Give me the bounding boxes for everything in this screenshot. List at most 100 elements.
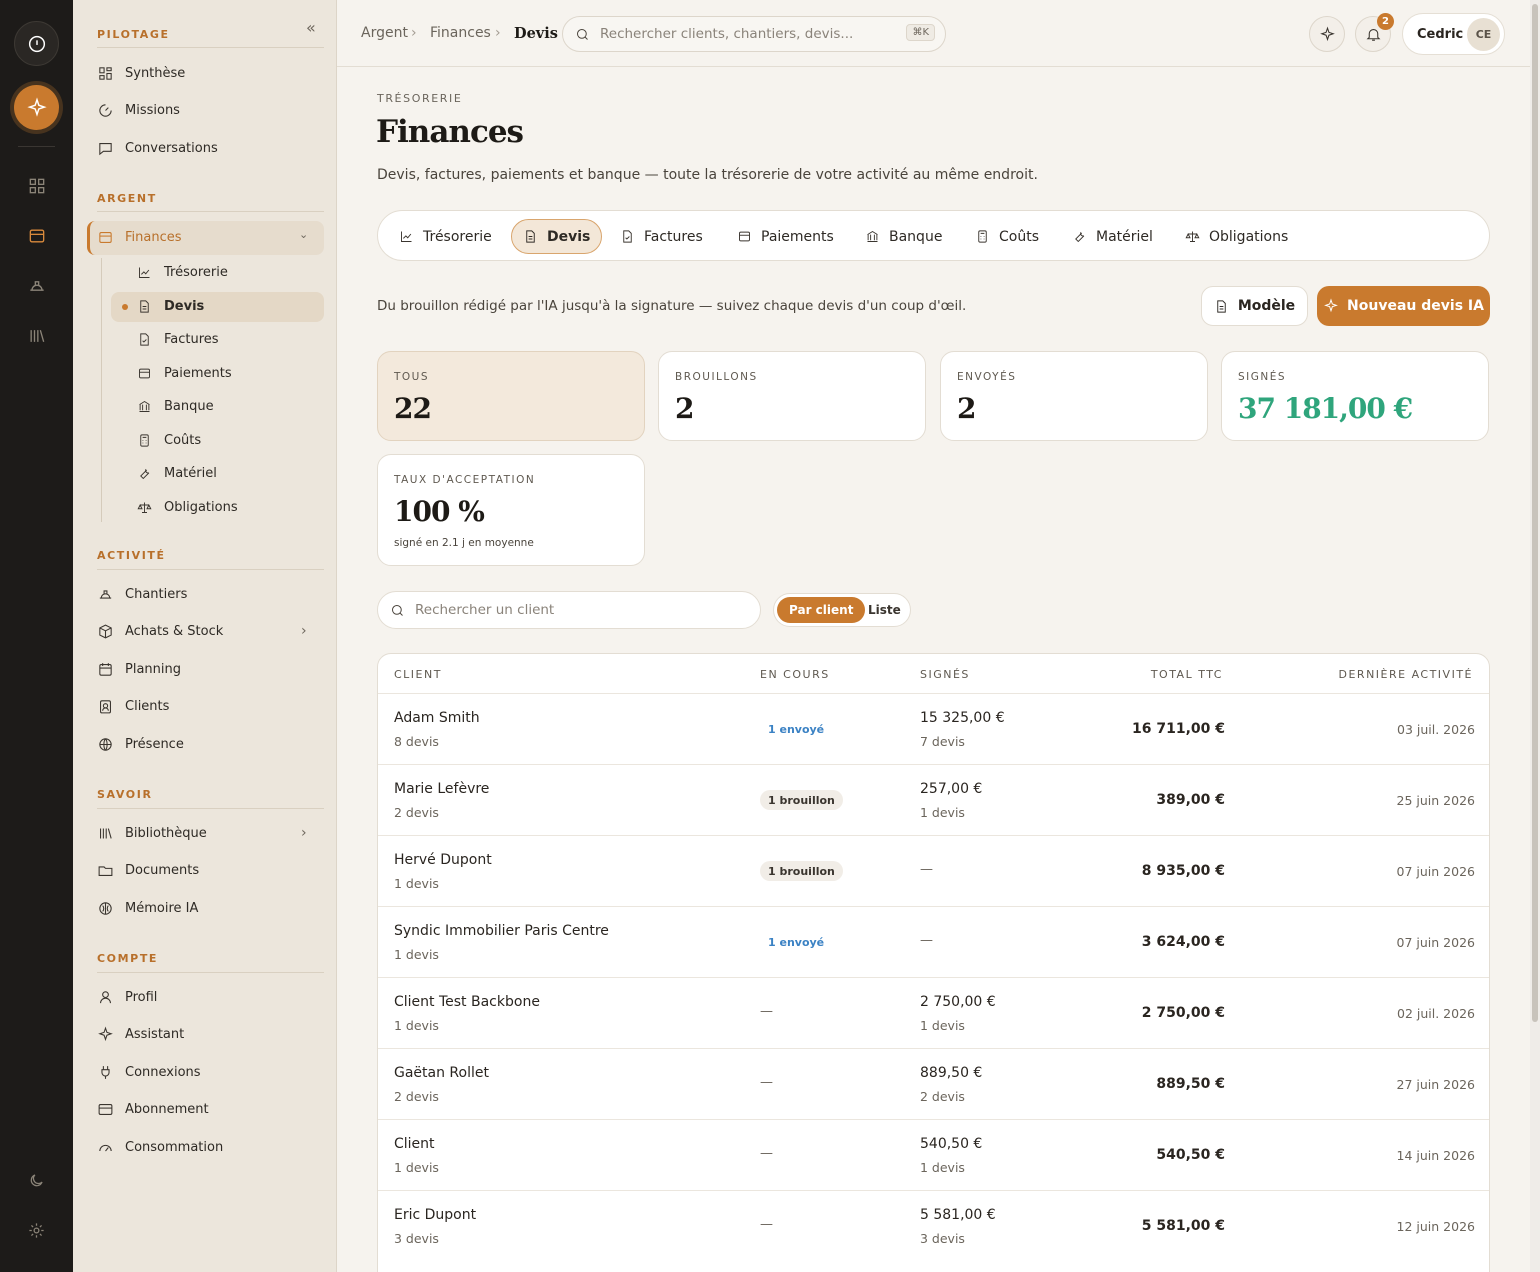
tab-devis[interactable]: Devis [511,219,603,254]
stat-card-tous[interactable]: TOUS 22 [377,351,645,441]
sidebar-item-planning[interactable]: Planning [97,654,181,684]
rail-divider [18,146,55,147]
sidebar-item-label: Mémoire IA [125,900,199,916]
stat-value: 100 % [394,495,485,528]
column-header[interactable]: CLIENT [394,668,442,681]
global-search-input[interactable]: Rechercher clients, chantiers, devis... … [562,16,946,52]
tab-tresorerie[interactable]: Trésorerie [388,219,503,254]
tab-paiements[interactable]: Paiements [726,219,845,254]
sidebar-item-profil[interactable]: Profil [97,982,157,1012]
sidebar-item-abonnement[interactable]: Abonnement [97,1094,209,1124]
table-row[interactable]: Client 1 devis — 540,50 € 1 devis 540,50 € 14 … [378,1119,1489,1190]
last-activity-date: 27 juin 2026 [1396,1077,1475,1092]
stat-card-signes[interactable]: SIGNÉS 37 181,00 € [1221,351,1489,441]
sidebar-item-clients[interactable]: Clients [97,691,169,721]
scrollbar-thumb[interactable] [1532,4,1538,1022]
view-by-client-button[interactable]: Par client [777,597,866,623]
sidebar-item-consommation[interactable]: Consommation [97,1132,223,1162]
tree-line [101,258,102,522]
sidebar-item-achats-stock[interactable]: Achats & Stock [97,616,223,646]
stat-card-envoyes[interactable]: ENVOYÉS 2 [940,351,1208,441]
breadcrumb-finances[interactable]: Finances [430,25,491,41]
tab-couts[interactable]: Coûts [964,219,1050,254]
sidebar-subitem-label: Factures [164,331,219,347]
column-header[interactable]: TOTAL TTC [1151,668,1223,681]
folder-icon [98,865,113,876]
tab-materiel[interactable]: Matériel [1061,219,1164,254]
sidebar-item-assistant[interactable]: Assistant [97,1019,184,1049]
ai-assistant-button[interactable] [1309,16,1345,52]
table-row[interactable]: Marie Lefèvre 2 devis 1 brouillon 257,00 € 1… [378,764,1489,835]
tab-factures[interactable]: Factures [609,219,714,254]
sidebar-item-presence[interactable]: Présence [97,729,184,759]
search-icon [577,28,588,40]
chevron-right-icon[interactable]: › [301,825,307,841]
tab-obligations[interactable]: Obligations [1174,219,1299,254]
sidebar-item-synthese[interactable]: Synthèse [97,58,185,88]
sidebar-item-label: Finances [125,229,182,245]
section-divider [97,47,324,48]
sparkle-icon [1324,298,1338,313]
view-list-button[interactable]: Liste [856,597,913,623]
chevron-down-icon[interactable]: ⌄ [299,228,308,241]
sidebar-item-bibliotheque[interactable]: Bibliothèque [97,818,207,848]
sidebar-subitem-materiel[interactable]: Matériel [137,459,217,487]
sidebar-item-connexions[interactable]: Connexions [97,1057,201,1087]
sidebar-subitem-obligations[interactable]: Obligations [137,493,238,521]
table-row[interactable]: Eric Dupont 3 devis — 5 581,00 € 3 devis 5 58… [378,1190,1489,1261]
helmet-icon[interactable] [14,263,59,308]
section-title: ARGENT [97,192,157,205]
client-search-input[interactable]: Rechercher un client [377,591,761,629]
logo-icon[interactable] [14,21,59,66]
column-header[interactable]: EN COURS [760,668,830,681]
sidebar-subitem-paiements[interactable]: Paiements [137,359,232,387]
moon-icon[interactable] [14,1158,59,1203]
sidebar-subitem-tresorerie[interactable]: Trésorerie [137,258,228,286]
sidebar-subitem-banque[interactable]: Banque [137,392,214,420]
sidebar-item-finances[interactable]: Finances [97,222,182,252]
brain-icon [99,901,112,915]
signed-amount: 889,50 € [920,1065,983,1081]
sidebar-item-label: Présence [125,736,184,752]
dashboard-icon[interactable] [14,163,59,208]
model-button[interactable]: Modèle [1201,286,1308,326]
signed-amount: 257,00 € [920,781,983,797]
column-header[interactable]: DERNIÈRE ACTIVITÉ [1339,668,1474,681]
user-menu[interactable]: Cedric CE [1402,13,1505,55]
sparkle-icon [1319,25,1335,41]
sidebar-item-chantiers[interactable]: Chantiers [97,579,187,609]
new-ai-quote-button[interactable]: Nouveau devis IA [1317,286,1490,326]
table-row[interactable]: Hervé Dupont 1 devis 1 brouillon — 8 935,00 … [378,835,1489,906]
column-header[interactable]: SIGNÉS [920,668,970,681]
sidebar-item-memoire-ia[interactable]: Mémoire IA [97,893,198,923]
chart-line-icon [401,231,412,242]
collapse-sidebar-icon[interactable]: « [306,18,316,37]
tab-banque[interactable]: Banque [854,219,953,254]
table-row[interactable]: Adam Smith 8 devis 1 envoyé 15 325,00 € 7 de… [378,693,1489,764]
tab-label: Matériel [1096,228,1153,245]
sidebar-item-documents[interactable]: Documents [97,855,199,885]
wallet-icon[interactable] [14,213,59,258]
sidebar-item-missions[interactable]: Missions [97,95,180,125]
section-divider [97,569,324,570]
client-name: Hervé Dupont [394,852,492,868]
sidebar-subitem-devis[interactable]: Devis [137,292,204,320]
breadcrumb-argent[interactable]: Argent [361,25,408,41]
library-icon[interactable] [14,313,59,358]
stat-card-brouillons[interactable]: BROUILLONS 2 [658,351,926,441]
gear-icon[interactable] [14,1208,59,1253]
ai-sparkle-icon[interactable] [14,85,59,130]
table-row[interactable]: Client Test Backbone 1 devis — 2 750,00 € 1 … [378,977,1489,1048]
table-row[interactable]: Syndic Immobilier Paris Centre 1 devis 1 e… [378,906,1489,977]
sidebar-item-label: Clients [125,698,170,714]
sidebar-subitem-factures[interactable]: Factures [137,325,219,353]
sidebar-subitem-couts[interactable]: Coûts [137,426,201,454]
grid-icon [99,66,112,80]
chevron-right-icon[interactable]: › [301,623,307,639]
table-row[interactable]: Gaëtan Rollet 2 devis — 889,50 € 2 devis 889,… [378,1048,1489,1119]
notifications-button[interactable]: 2 [1355,13,1394,52]
page-kicker: TRÉSORERIE [377,92,463,105]
client-name: Eric Dupont [394,1207,477,1223]
section-title: ACTIVITÉ [97,549,166,562]
sidebar-item-conversations[interactable]: Conversations [97,133,218,163]
